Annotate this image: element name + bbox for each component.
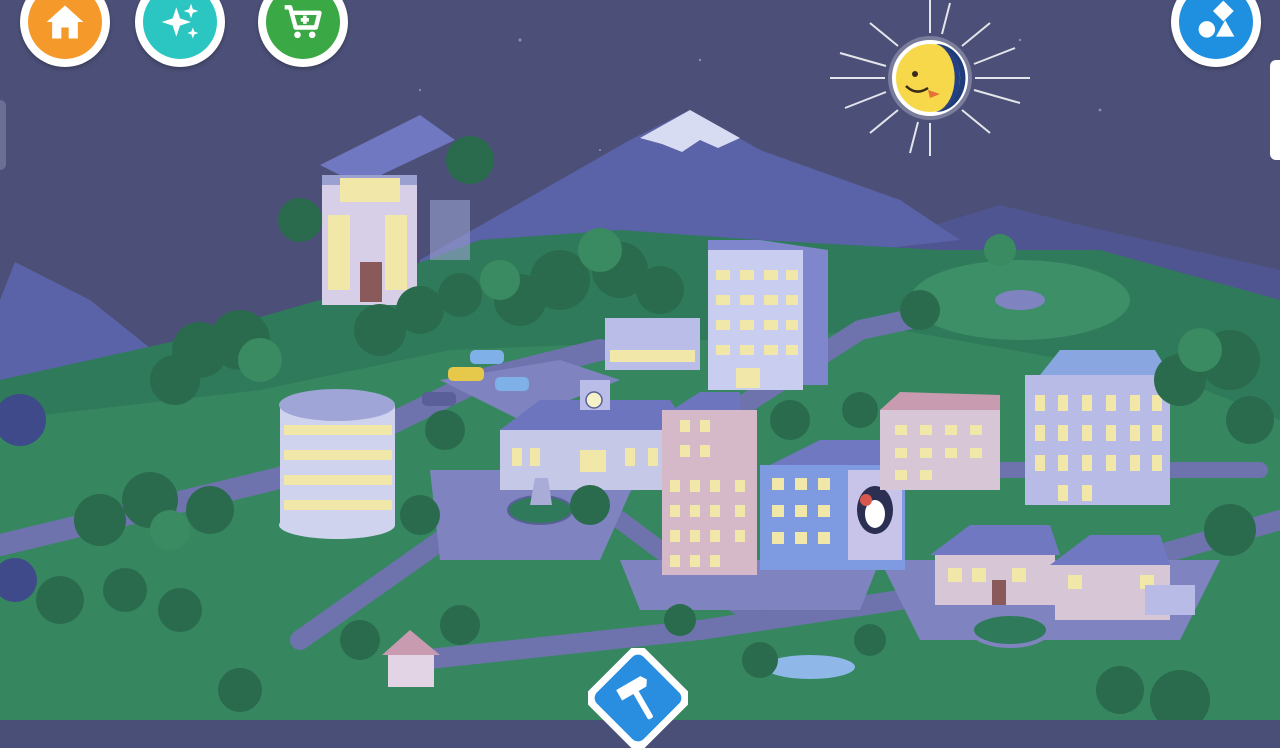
right-edge-tab[interactable] (1270, 60, 1280, 160)
round-flowerbed (970, 612, 1050, 648)
pink-apartment[interactable] (662, 392, 757, 575)
shopping-cart-icon (284, 5, 322, 39)
home-icon (46, 5, 84, 39)
glass-roof-apartment[interactable] (1025, 350, 1170, 505)
town-map-scene (0, 0, 1280, 720)
shapes-button-fill (1179, 0, 1253, 59)
garden-park (910, 260, 1130, 340)
left-edge-tab[interactable] (0, 100, 6, 170)
shapes-icon (1198, 0, 1235, 38)
pond (765, 655, 855, 679)
home-button-fill (28, 0, 102, 59)
build-mode-button[interactable] (588, 648, 688, 748)
sparkle-button-fill (143, 0, 217, 59)
round-office-tower[interactable] (279, 389, 395, 539)
pink-office[interactable] (880, 392, 1000, 490)
sparkle-icon (161, 3, 199, 39)
shop-button-fill (266, 0, 340, 59)
